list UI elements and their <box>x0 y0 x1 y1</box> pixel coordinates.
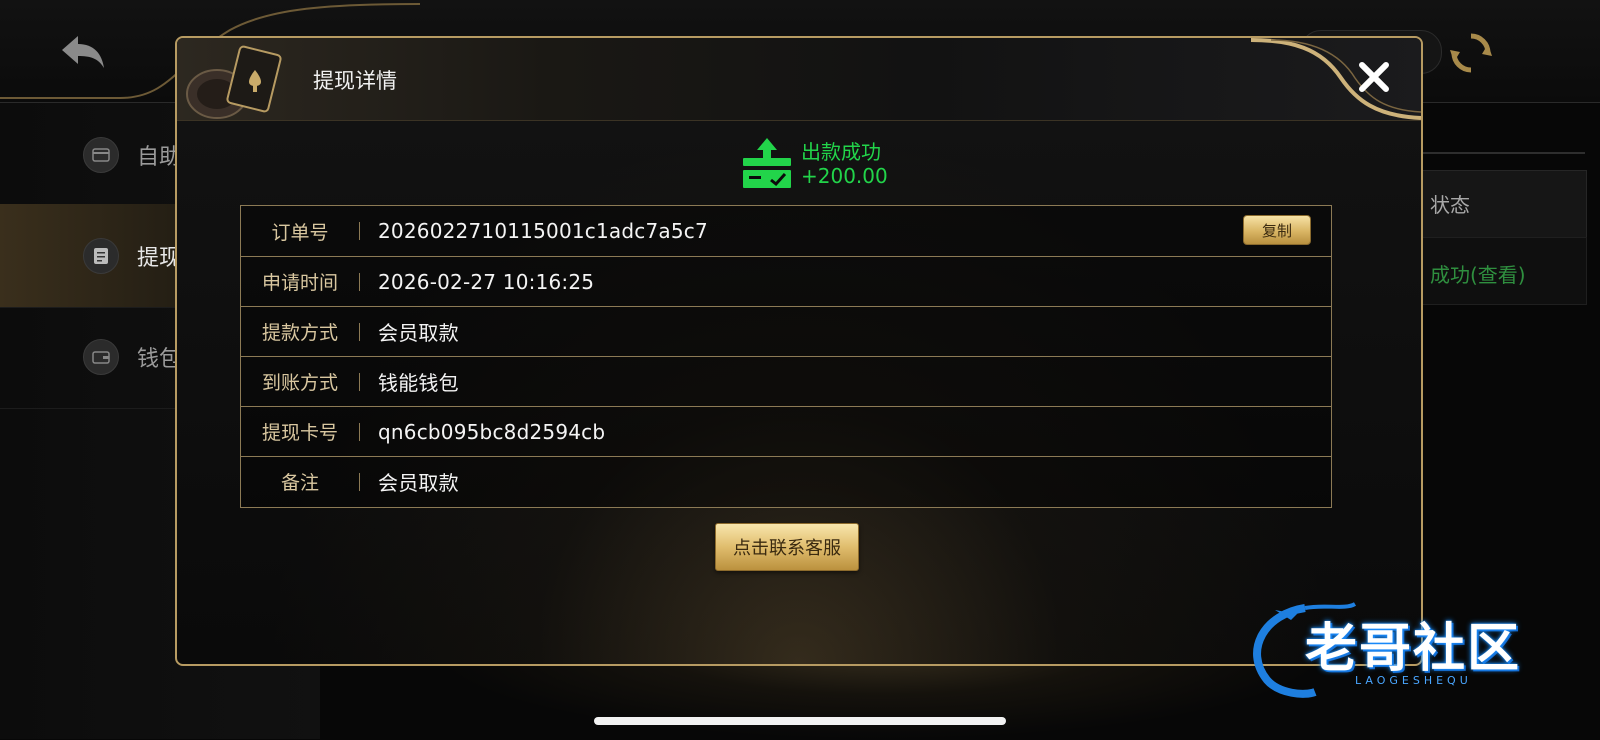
row-separator <box>359 322 360 341</box>
watermark-text: 老哥社区 <box>1305 619 1522 679</box>
payout-status-text: 出款成功 <box>801 140 881 164</box>
row-value: 钱能钱包 <box>378 371 459 395</box>
row-separator <box>359 472 360 491</box>
row-label: 提款方式 <box>261 322 338 344</box>
row-separator <box>359 272 360 291</box>
row-separator <box>359 222 360 240</box>
table-row-withdraw-method: 提款方式 会员取款 <box>241 306 1331 356</box>
table-row-arrival-method: 到账方式 钱能钱包 <box>241 356 1331 406</box>
document-icon <box>83 237 119 274</box>
table-row-card-number: 提现卡号 qn6cb095bc8d2594cb <box>241 406 1331 456</box>
table-row-apply-time: 申请时间 2026-02-27 10:16:25 <box>241 256 1331 306</box>
row-value: 2026-02-27 10:16:25 <box>378 269 595 294</box>
modal-header: 提现详情 <box>177 38 1421 121</box>
row-label: 申请时间 <box>261 272 338 294</box>
status-view-link[interactable]: 成功(查看) <box>1430 259 1526 288</box>
withdraw-success-icon <box>743 138 791 188</box>
row-label: 提现卡号 <box>261 422 338 444</box>
status-column-header: 状态 <box>1430 193 1470 217</box>
row-label: 到账方式 <box>261 372 338 394</box>
row-separator <box>359 372 360 391</box>
contact-support-button[interactable]: 点击联系客服 <box>715 523 859 571</box>
table-row-remark: 备注 会员取款 <box>241 456 1331 506</box>
home-indicator[interactable] <box>594 717 1006 725</box>
row-label: 订单号 <box>271 221 329 244</box>
table-row-order-number: 订单号 2026022710115001c1adc7a5c7 复制 <box>241 206 1331 256</box>
back-arrow-icon[interactable] <box>58 30 108 74</box>
modal-title: 提现详情 <box>313 69 397 93</box>
row-value: 会员取款 <box>378 321 459 345</box>
payout-amount: +200.00 <box>801 164 888 188</box>
row-separator <box>359 422 360 441</box>
watermark-subtext: LAOGESHEQU <box>1355 674 1472 687</box>
copy-button[interactable]: 复制 <box>1243 215 1311 245</box>
card-icon <box>83 136 119 173</box>
divider <box>1405 152 1585 154</box>
row-label: 备注 <box>280 472 319 494</box>
refresh-icon[interactable] <box>1448 30 1494 76</box>
close-icon <box>1359 62 1389 92</box>
poker-chip-emblem-icon <box>186 45 282 119</box>
row-value: 会员取款 <box>378 471 459 495</box>
row-value: 2026022710115001c1adc7a5c7 <box>378 219 708 243</box>
payout-status: 出款成功 +200.00 <box>741 136 941 194</box>
detail-table: 订单号 2026022710115001c1adc7a5c7 复制 申请时间 2… <box>240 205 1332 508</box>
close-button[interactable] <box>1349 52 1399 102</box>
wallet-icon <box>83 338 119 375</box>
withdraw-detail-modal: 提现详情 出款成功 +200.00 订单号 2026022710115001c1… <box>175 36 1423 666</box>
row-value: qn6cb095bc8d2594cb <box>378 419 606 444</box>
watermark-logo: 老哥社区 LAOGESHEQU <box>1245 600 1585 700</box>
